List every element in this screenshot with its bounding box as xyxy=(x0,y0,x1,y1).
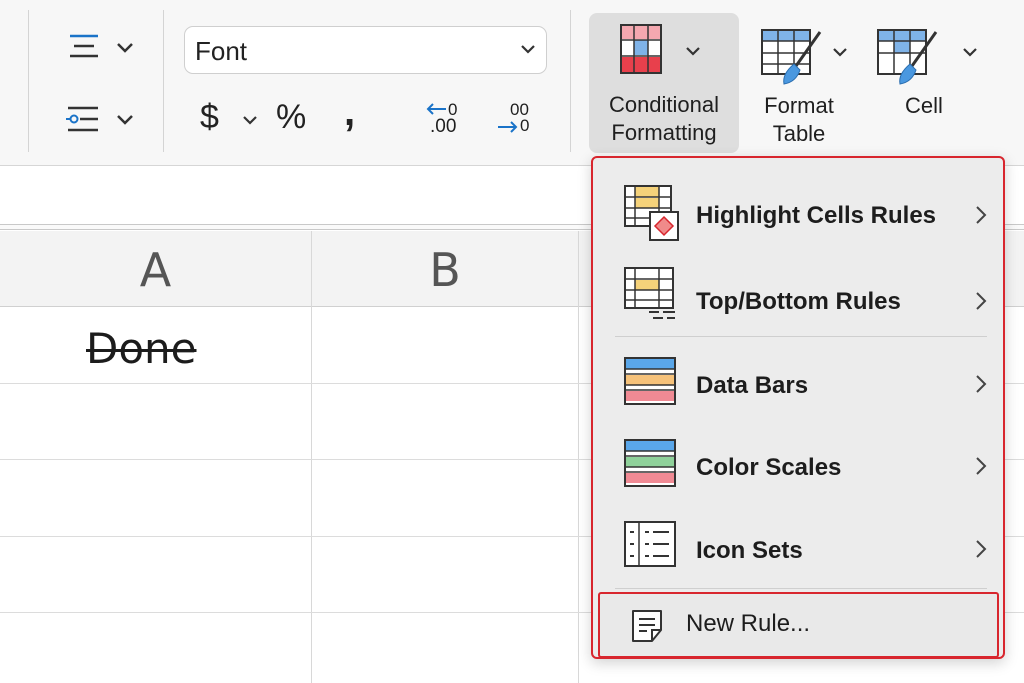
cell-styles-button[interactable]: Cell xyxy=(866,18,984,154)
format-table-label: Format Table xyxy=(748,92,850,148)
decrease-decimal-button[interactable]: 0 .00 xyxy=(424,98,468,142)
column-header-b[interactable]: B xyxy=(312,231,578,307)
menu-item-label: Top/Bottom Rules xyxy=(696,288,901,315)
currency-symbol: $ xyxy=(200,98,219,136)
menu-item-data-bars[interactable]: Data Bars xyxy=(593,340,1003,426)
cell-styles-label: Cell xyxy=(866,92,982,120)
column-gridline xyxy=(578,231,579,683)
highlight-cells-icon xyxy=(624,185,679,241)
format-table-line1: Format xyxy=(764,93,834,118)
conditional-formatting-button[interactable]: Conditional Formatting xyxy=(589,13,739,153)
currency-format-button[interactable]: $ xyxy=(196,96,266,142)
ribbon: Font $ % , 0 .00 00 0 Conditional Format… xyxy=(0,0,1024,166)
conditional-formatting-line1: Conditional xyxy=(608,92,720,117)
menu-separator xyxy=(615,588,987,589)
font-select-value: Font xyxy=(195,36,248,66)
cell-styles-line1: Cell xyxy=(905,93,943,118)
percent-symbol: % xyxy=(276,98,307,136)
comma-style-button[interactable]: , xyxy=(336,90,372,142)
chevron-right-icon xyxy=(976,375,987,393)
menu-item-color-scales[interactable]: Color Scales xyxy=(593,422,1003,508)
chevron-down-icon xyxy=(686,47,700,56)
color-scales-icon xyxy=(624,439,676,487)
ribbon-separator xyxy=(163,10,164,152)
font-select[interactable]: Font xyxy=(184,26,547,74)
conditional-formatting-label: Conditional Formatting xyxy=(589,91,739,147)
format-table-line2: Table xyxy=(772,121,826,146)
column-header-label: A xyxy=(139,243,172,297)
ribbon-separator xyxy=(28,10,29,152)
chevron-down-icon xyxy=(521,45,535,54)
percent-format-button[interactable]: % xyxy=(272,96,316,142)
decrease-decimal-bottom: .00 xyxy=(430,116,457,137)
new-rule-label: New Rule... xyxy=(686,610,811,637)
align-lines-icon xyxy=(70,34,133,58)
increase-decimal-bottom: 0 xyxy=(520,116,530,135)
menu-item-top-bottom-rules[interactable]: Top/Bottom Rules xyxy=(593,252,1003,338)
icon-sets-icon xyxy=(624,521,676,567)
chevron-right-icon xyxy=(976,540,987,558)
chevron-down-icon xyxy=(243,116,257,125)
new-rule-icon xyxy=(632,610,662,642)
chevron-down-icon xyxy=(833,48,847,57)
format-table-button[interactable]: Format Table xyxy=(748,18,854,154)
format-table-icon xyxy=(761,29,822,85)
menu-item-new-rule[interactable]: New Rule... xyxy=(598,592,999,658)
data-bars-icon xyxy=(624,357,676,405)
column-gridline xyxy=(311,231,312,683)
column-header-label: B xyxy=(429,243,461,297)
conditional-formatting-icon xyxy=(620,24,662,74)
menu-item-label: Data Bars xyxy=(696,372,809,399)
menu-separator xyxy=(615,336,987,337)
column-header-a[interactable]: A xyxy=(0,231,311,307)
menu-item-label: Color Scales xyxy=(696,454,842,481)
menu-item-icon-sets[interactable]: Icon Sets xyxy=(593,504,1003,590)
chevron-right-icon xyxy=(976,292,987,310)
cell-a2-value: Done xyxy=(86,324,197,373)
align-menu-button[interactable] xyxy=(62,26,142,68)
conditional-formatting-menu: Highlight Cells Rules Top/Bottom Rules D… xyxy=(591,156,1005,659)
conditional-formatting-line2: Formatting xyxy=(611,120,717,145)
top-bottom-rules-icon xyxy=(624,267,675,319)
increase-decimal-button[interactable]: 00 0 xyxy=(496,98,540,142)
comma-symbol: , xyxy=(344,90,356,134)
menu-item-highlight-cells-rules[interactable]: Highlight Cells Rules xyxy=(593,166,1003,252)
indent-icon xyxy=(66,106,133,132)
chevron-right-icon xyxy=(976,457,987,475)
indent-menu-button[interactable] xyxy=(62,98,142,142)
chevron-right-icon xyxy=(976,206,987,224)
menu-item-label: Icon Sets xyxy=(696,537,803,564)
cell-styles-icon xyxy=(877,29,938,85)
chevron-down-icon xyxy=(963,48,977,57)
ribbon-separator xyxy=(570,10,571,152)
menu-item-label: Highlight Cells Rules xyxy=(696,202,937,229)
